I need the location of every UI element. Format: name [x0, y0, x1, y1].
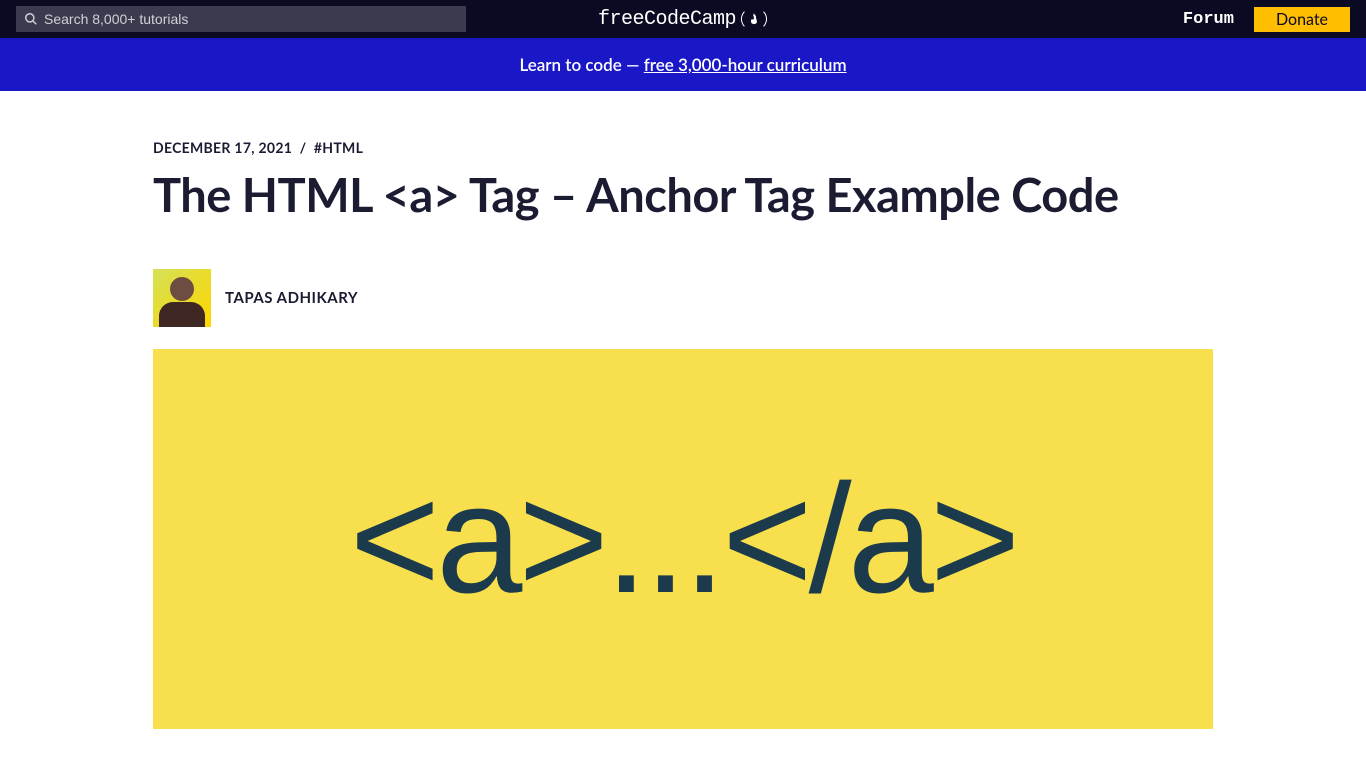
article-meta: DECEMBER 17, 2021 / #HTML: [153, 139, 1213, 156]
site-logo[interactable]: freeCodeCamp: [598, 8, 768, 31]
nav-right: Forum Donate: [1183, 7, 1350, 32]
promo-banner: Learn to code — free 3,000-hour curricul…: [0, 38, 1366, 91]
article-title: The HTML <a> Tag – Anchor Tag Example Co…: [153, 166, 1213, 225]
forum-link[interactable]: Forum: [1183, 10, 1234, 29]
top-navbar: freeCodeCamp Forum Donate: [0, 0, 1366, 38]
author-block: TAPAS ADHIKARY: [153, 269, 1213, 327]
donate-button[interactable]: Donate: [1254, 7, 1350, 32]
article-tag-link[interactable]: #HTML: [314, 139, 363, 156]
meta-separator: /: [300, 139, 307, 156]
article-content: DECEMBER 17, 2021 / #HTML The HTML <a> T…: [153, 91, 1213, 729]
search-input[interactable]: [44, 11, 458, 27]
search-container[interactable]: [16, 6, 466, 32]
author-avatar[interactable]: [153, 269, 211, 327]
author-name-link[interactable]: TAPAS ADHIKARY: [225, 289, 358, 307]
banner-link[interactable]: free 3,000-hour curriculum: [644, 54, 847, 75]
search-icon: [24, 12, 38, 26]
logo-text: freeCodeCamp: [598, 8, 736, 31]
article-date: DECEMBER 17, 2021: [153, 139, 292, 156]
banner-prefix: Learn to code —: [519, 54, 643, 75]
hero-text: <a>...</a>: [350, 450, 1017, 628]
fire-icon: [740, 9, 768, 29]
hero-image: <a>...</a>: [153, 349, 1213, 729]
